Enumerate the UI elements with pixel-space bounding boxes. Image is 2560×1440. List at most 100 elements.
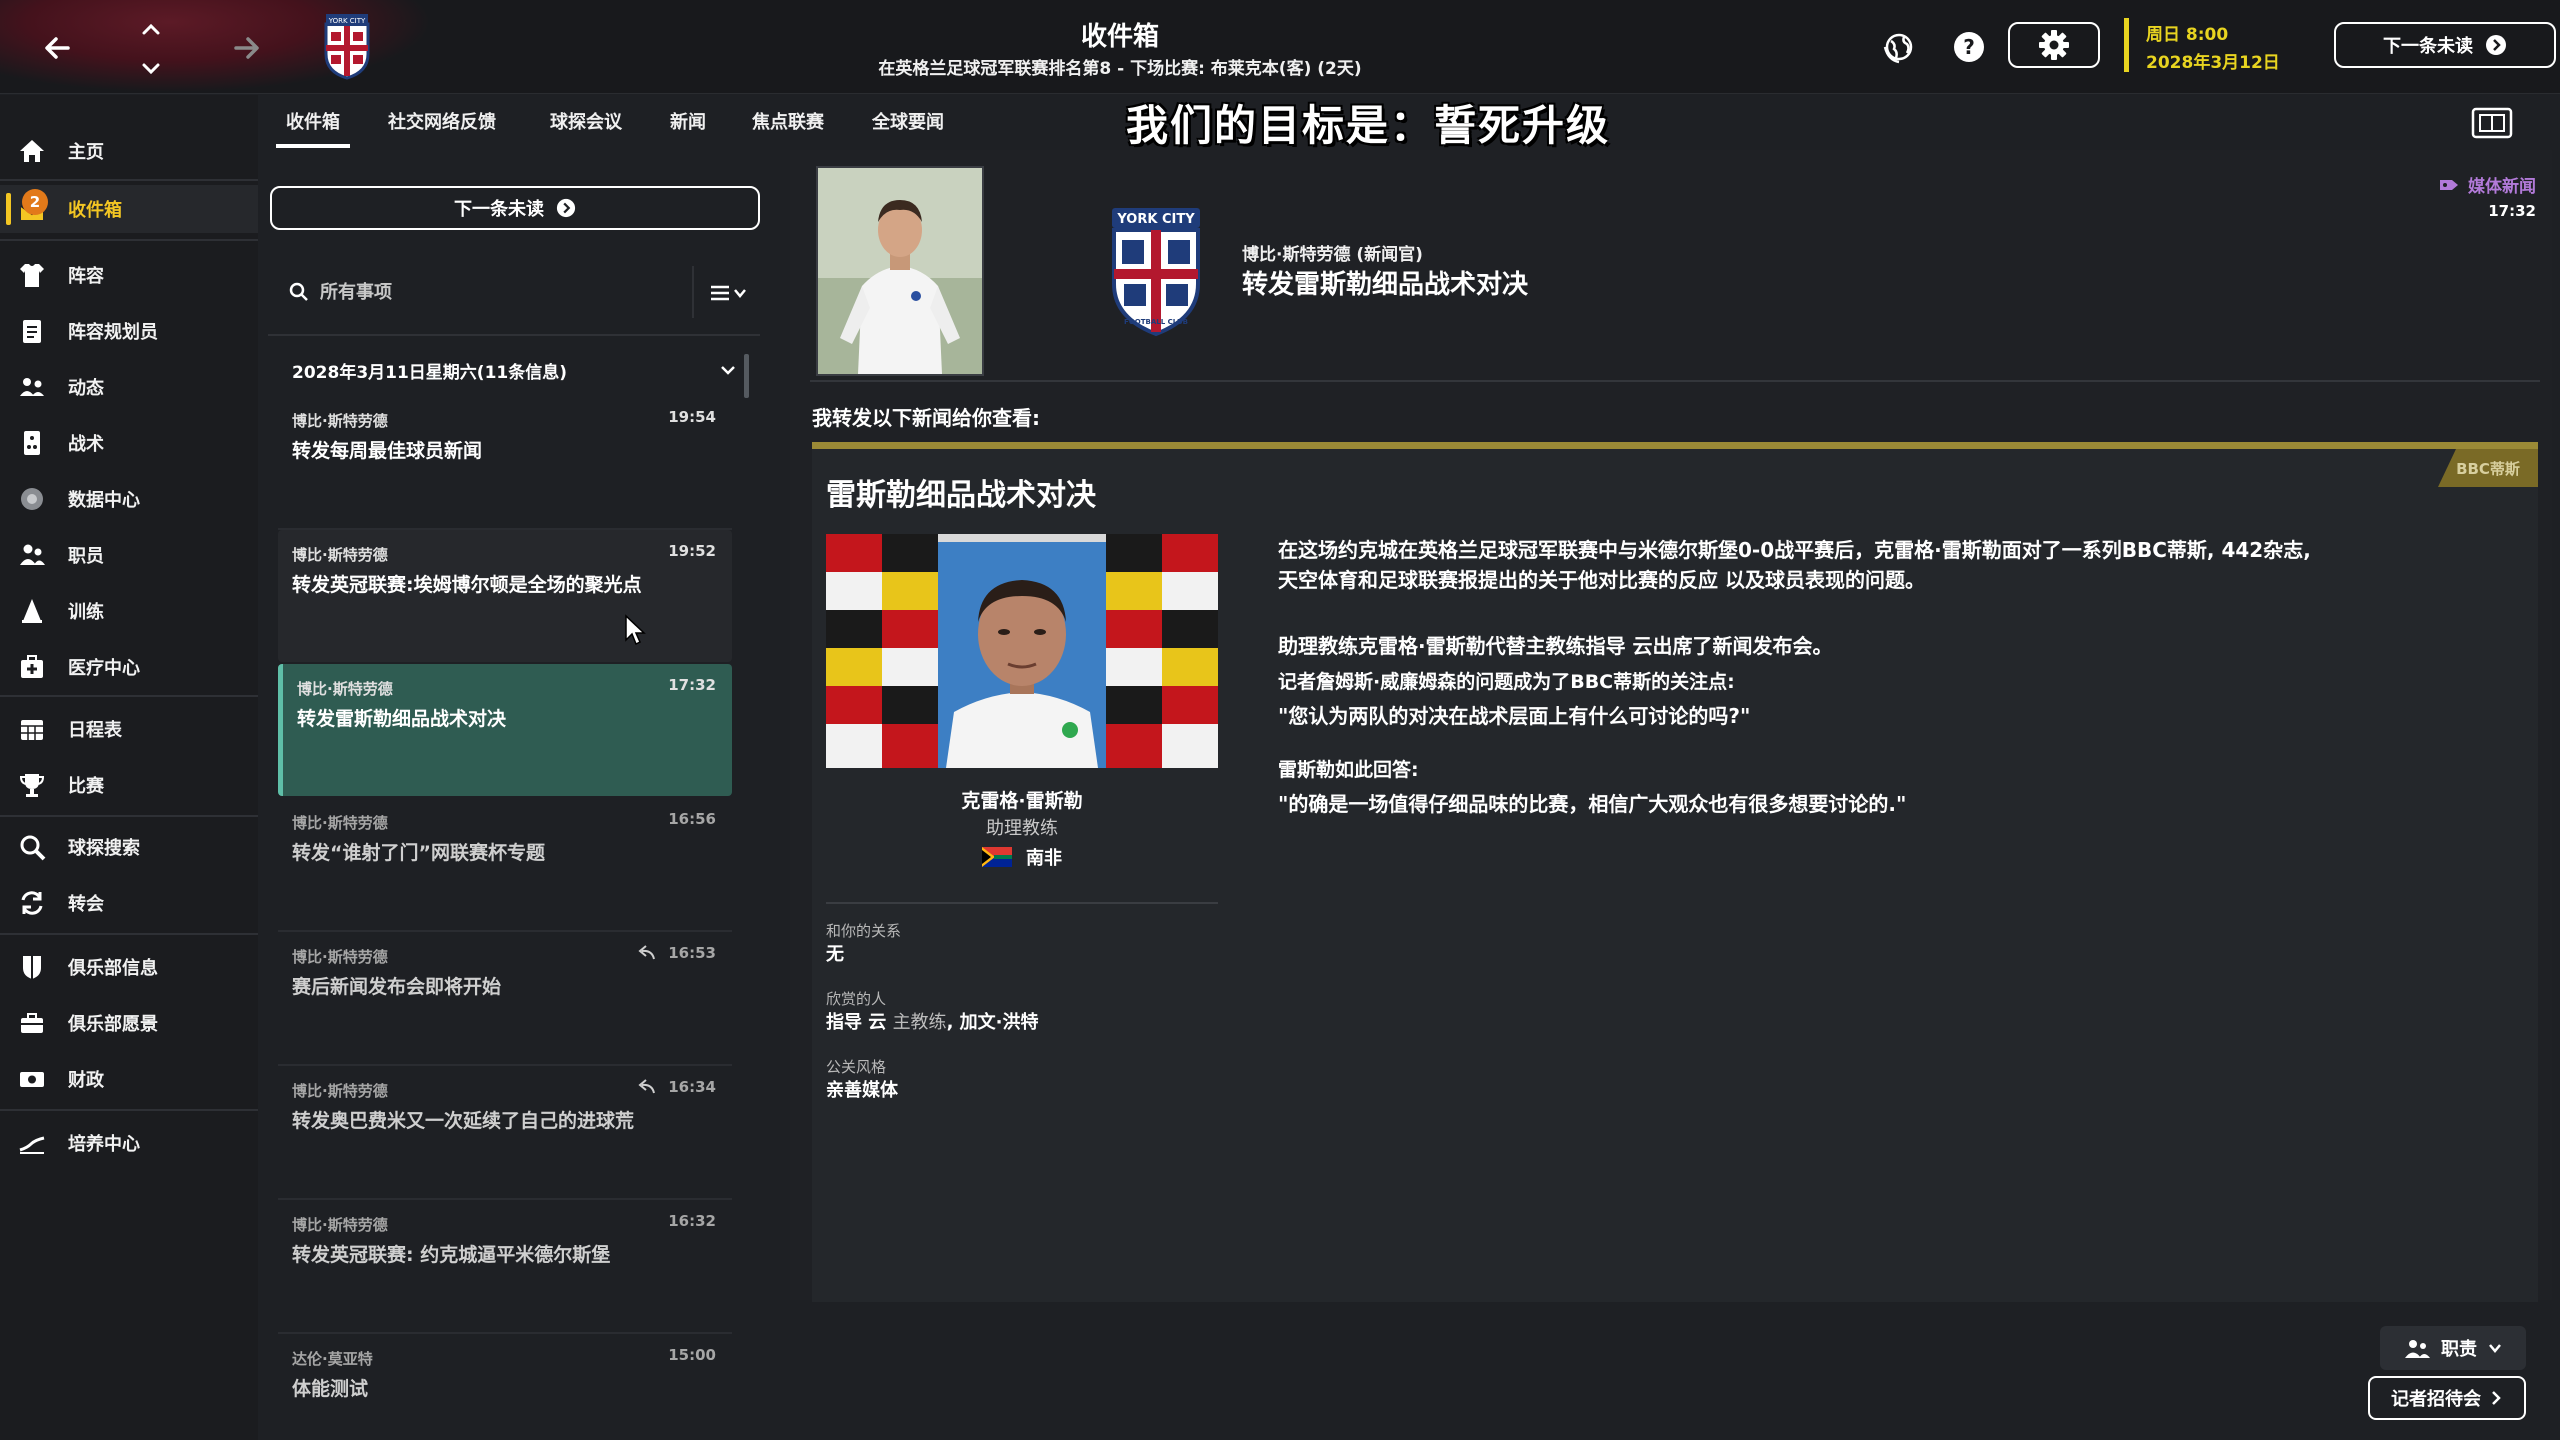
sidebar-item-training[interactable]: 训练 bbox=[0, 587, 258, 635]
sidebar-item-squad-planner[interactable]: 阵容规划员 bbox=[0, 307, 258, 355]
sidebar-item-club-vision[interactable]: 俱乐部愿景 bbox=[0, 999, 258, 1047]
tab-social-feedback[interactable]: 社交网络反馈 bbox=[388, 108, 496, 134]
coach-nationality[interactable]: 南非 bbox=[826, 844, 1218, 870]
globe-icon[interactable] bbox=[1880, 28, 1918, 66]
date-group-header[interactable]: 2028年3月11日星期六(11条信息) bbox=[272, 348, 746, 392]
message-subject: 转发雷斯勒细品战术对决 bbox=[297, 708, 507, 730]
sidebar-item-label: 阵容 bbox=[68, 266, 104, 287]
sidebar-item-staff[interactable]: 职员 bbox=[0, 531, 258, 579]
admired-person-name[interactable]: 加文·洪特 bbox=[960, 1012, 1039, 1033]
sidebar-item-schedule[interactable]: 日程表 bbox=[0, 705, 258, 753]
forward-intro-text: 我转发以下新闻给你查看: bbox=[812, 406, 1040, 430]
inbox-message-row[interactable]: 博比·斯特劳德 16:34 转发奥巴费米又一次延续了自己的进球荒 bbox=[278, 1066, 732, 1198]
sidebar-item-dynamics[interactable]: 动态 bbox=[0, 363, 258, 411]
message-detail-panel: YORK CITY FOOTBALL CLUB 博比·斯特劳德 (新闻官) 转发… bbox=[790, 150, 2552, 1302]
role-label: 职责 bbox=[2441, 1339, 2477, 1360]
list-scrollbar[interactable] bbox=[744, 354, 749, 398]
next-unread-label: 下一条未读 bbox=[454, 199, 544, 220]
message-sender: 博比·斯特劳德 bbox=[292, 546, 388, 564]
current-date[interactable]: 2028年3月12日 bbox=[2146, 48, 2280, 73]
sidebar-item-label: 数据中心 bbox=[68, 490, 140, 511]
planner-icon bbox=[16, 315, 48, 347]
sender-photo[interactable] bbox=[816, 166, 984, 376]
coach-photo[interactable] bbox=[826, 534, 1218, 768]
people-icon bbox=[2403, 1337, 2431, 1359]
message-subject: 转发每周最佳球员新闻 bbox=[292, 440, 483, 462]
tab-scouting-meeting[interactable]: 球探会议 bbox=[550, 108, 622, 134]
next-unread-button[interactable]: 下一条未读 bbox=[2334, 22, 2556, 68]
inbox-message-row[interactable]: 博比·斯特劳德 19:54 转发每周最佳球员新闻 bbox=[278, 396, 732, 528]
sidebar-item-label: 财政 bbox=[68, 1070, 104, 1091]
scouting-icon bbox=[16, 831, 48, 863]
sidebar-item-tactics[interactable]: 战术 bbox=[0, 419, 258, 467]
message-time: 16:56 bbox=[668, 810, 716, 828]
role-dropdown-button[interactable]: 职责 bbox=[2380, 1326, 2526, 1370]
list-divider bbox=[268, 334, 760, 336]
help-icon[interactable]: ? bbox=[1950, 28, 1988, 66]
message-time: 19:52 bbox=[668, 542, 716, 560]
search-input[interactable] bbox=[320, 281, 680, 303]
tab-world-news[interactable]: 全球要闻 bbox=[872, 108, 944, 134]
message-from[interactable]: 博比·斯特劳德 (新闻官) bbox=[1242, 240, 1423, 265]
sidebar-item-finances[interactable]: 财政 bbox=[0, 1055, 258, 1103]
pr-style-label: 公关风格 bbox=[826, 1058, 887, 1076]
medical-icon bbox=[16, 651, 48, 683]
sidebar-item-squad[interactable]: 阵容 bbox=[0, 251, 258, 299]
inbox-message-row-selected[interactable]: 博比·斯特劳德 17:32 转发雷斯勒细品战术对决 bbox=[278, 664, 732, 796]
inbox-message-row[interactable]: 达伦·莫亚特 15:00 体能测试 bbox=[278, 1334, 732, 1434]
inbox-message-row[interactable]: 博比·斯特劳德 16:56 转发“谁射了门”网联赛杯专题 bbox=[278, 798, 732, 930]
tab-news[interactable]: 新闻 bbox=[670, 108, 706, 134]
settings-button[interactable] bbox=[2008, 22, 2100, 68]
sidebar-item-transfers[interactable]: 转会 bbox=[0, 879, 258, 927]
sidebar-item-label: 日程表 bbox=[68, 720, 122, 741]
sidebar-item-club-info[interactable]: 俱乐部信息 bbox=[0, 943, 258, 991]
sidebar-item-label: 动态 bbox=[68, 378, 104, 399]
sidebar-item-medical[interactable]: 医疗中心 bbox=[0, 643, 258, 691]
inbox-message-row[interactable]: 博比·斯特劳德 16:53 赛后新闻发布会即将开始 bbox=[278, 932, 732, 1064]
sidebar-item-competitions[interactable]: 比赛 bbox=[0, 761, 258, 809]
tab-focus-leagues[interactable]: 焦点联赛 bbox=[752, 108, 824, 134]
article-paragraph: 在这场约克城在英格兰足球冠军联赛中与米德尔斯堡0-0战平赛后，克雷格·雷斯勒面对… bbox=[1278, 538, 2311, 562]
current-day-time[interactable]: 周日 8:00 bbox=[2146, 20, 2228, 45]
date-accent-bar bbox=[2124, 18, 2129, 72]
club-info-icon bbox=[16, 951, 48, 983]
sidebar-item-development[interactable]: 培养中心 bbox=[0, 1119, 258, 1167]
admired-label: 欣赏的人 bbox=[826, 990, 887, 1008]
layout-toggle-icon[interactable] bbox=[2470, 106, 2514, 140]
svg-text:?: ? bbox=[1963, 35, 1975, 59]
filter-menu-icon[interactable] bbox=[702, 276, 756, 310]
search-icon bbox=[288, 281, 310, 303]
message-subject: 转发奥巴费米又一次延续了自己的进球荒 bbox=[292, 1110, 635, 1132]
coach-name[interactable]: 克雷格·雷斯勒 bbox=[826, 786, 1218, 813]
sidebar-item-inbox[interactable]: 2 收件箱 bbox=[0, 185, 258, 233]
home-icon bbox=[16, 135, 48, 167]
message-sender: 博比·斯特劳德 bbox=[292, 814, 388, 832]
chevron-down-icon bbox=[718, 360, 738, 380]
club-vision-icon bbox=[16, 1007, 48, 1039]
message-sender: 达伦·莫亚特 bbox=[292, 1350, 373, 1368]
message-subject: 体能测试 bbox=[292, 1378, 369, 1400]
sidebar-item-data-hub[interactable]: 数据中心 bbox=[0, 475, 258, 523]
admired-person-name[interactable]: 指导 云 bbox=[826, 1012, 886, 1033]
admired-person-role: 主教练 bbox=[892, 1012, 947, 1033]
sidebar-item-scouting[interactable]: 球探搜索 bbox=[0, 823, 258, 871]
news-accent-bar bbox=[812, 442, 2538, 449]
gear-icon bbox=[2037, 28, 2071, 62]
message-title: 转发雷斯勒细品战术对决 bbox=[1242, 270, 1529, 300]
sidebar-item-home[interactable]: 主页 bbox=[0, 127, 258, 175]
club-crest-icon[interactable]: YORK CITY FOOTBALL CLUB bbox=[1106, 200, 1206, 340]
inbox-message-row[interactable]: 博比·斯特劳德 19:52 转发英冠联赛:埃姆博尔顿是全场的聚光点 bbox=[278, 530, 732, 662]
message-subject: 赛后新闻发布会即将开始 bbox=[292, 976, 502, 998]
sidebar-item-label: 医疗中心 bbox=[68, 658, 140, 679]
next-unread-list-button[interactable]: 下一条未读 bbox=[270, 186, 760, 230]
sidebar-divider bbox=[0, 179, 258, 181]
message-time: 17:32 bbox=[668, 676, 716, 694]
press-conference-button[interactable]: 记者招待会 bbox=[2368, 1376, 2526, 1420]
news-headline: 雷斯勒细品战术对决 bbox=[826, 478, 1096, 513]
search-box bbox=[268, 264, 700, 320]
inbox-message-row[interactable]: 博比·斯特劳德 16:32 转发英冠联赛: 约克城逼平米德尔斯堡 bbox=[278, 1200, 732, 1332]
tab-inbox[interactable]: 收件箱 bbox=[276, 108, 350, 148]
relationship-value: 无 bbox=[826, 944, 844, 965]
relationship-label: 和你的关系 bbox=[826, 922, 902, 940]
calendar-icon bbox=[16, 713, 48, 745]
